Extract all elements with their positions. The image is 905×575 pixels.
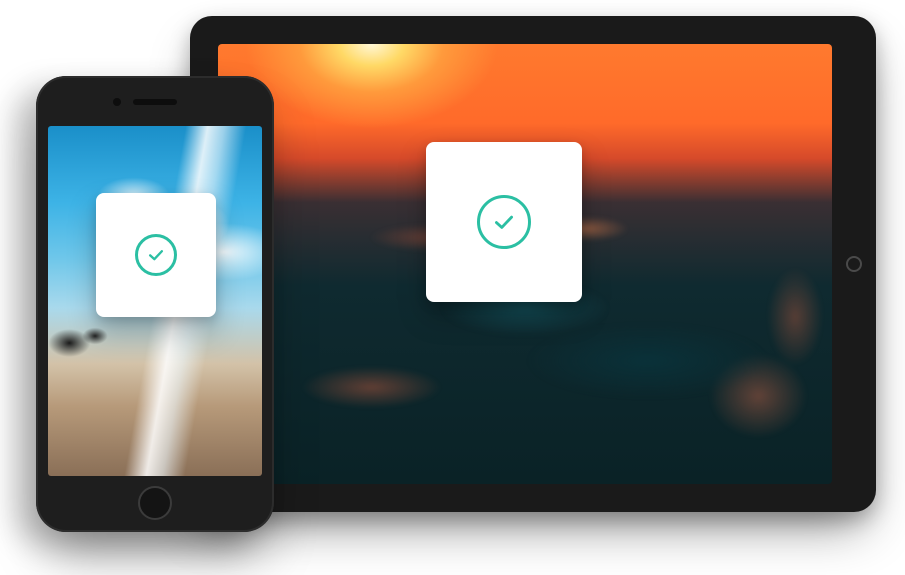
success-card-phone [96, 193, 216, 317]
phone-front-camera [113, 98, 121, 106]
checkmark-circle-icon [135, 234, 177, 276]
success-card-tablet [426, 142, 582, 302]
checkmark-circle-icon [477, 195, 531, 249]
phone-speaker [133, 99, 177, 105]
tablet-home-button [846, 256, 862, 272]
phone-home-button [138, 486, 172, 520]
